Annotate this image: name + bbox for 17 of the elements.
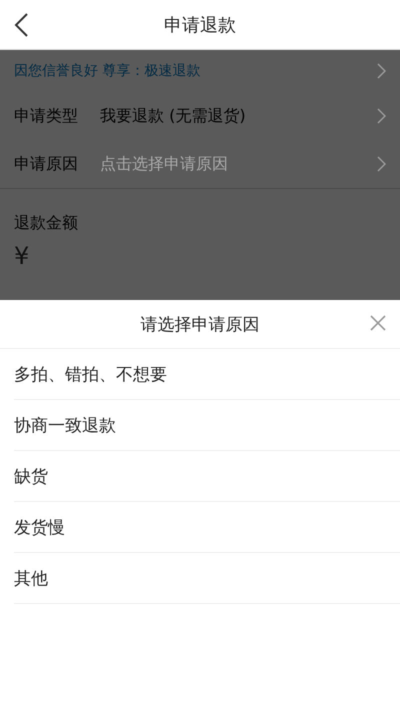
- amount-label: 退款金额: [14, 213, 78, 232]
- field-label: 申请原因: [14, 154, 79, 174]
- reason-option[interactable]: 其他: [14, 553, 400, 604]
- reason-option[interactable]: 发货慢: [14, 502, 400, 553]
- currency-symbol: ¥: [14, 242, 30, 270]
- field-label: 申请类型: [14, 106, 79, 126]
- chevron-right-icon: [377, 156, 386, 172]
- chevron-right-icon: [377, 108, 386, 124]
- reason-option[interactable]: 缺货: [14, 451, 400, 502]
- reason-option[interactable]: 多拍、错拍、不想要: [14, 349, 400, 400]
- back-button[interactable]: [14, 13, 28, 37]
- reason-option[interactable]: 协商一致退款: [14, 400, 400, 451]
- sheet-title: 请选择申请原因: [140, 314, 260, 336]
- chevron-right-icon: [377, 63, 386, 79]
- notice-text: 因您信誉良好 尊享：极速退款: [14, 62, 200, 80]
- close-button[interactable]: [368, 313, 388, 333]
- page-title: 申请退款: [164, 14, 236, 36]
